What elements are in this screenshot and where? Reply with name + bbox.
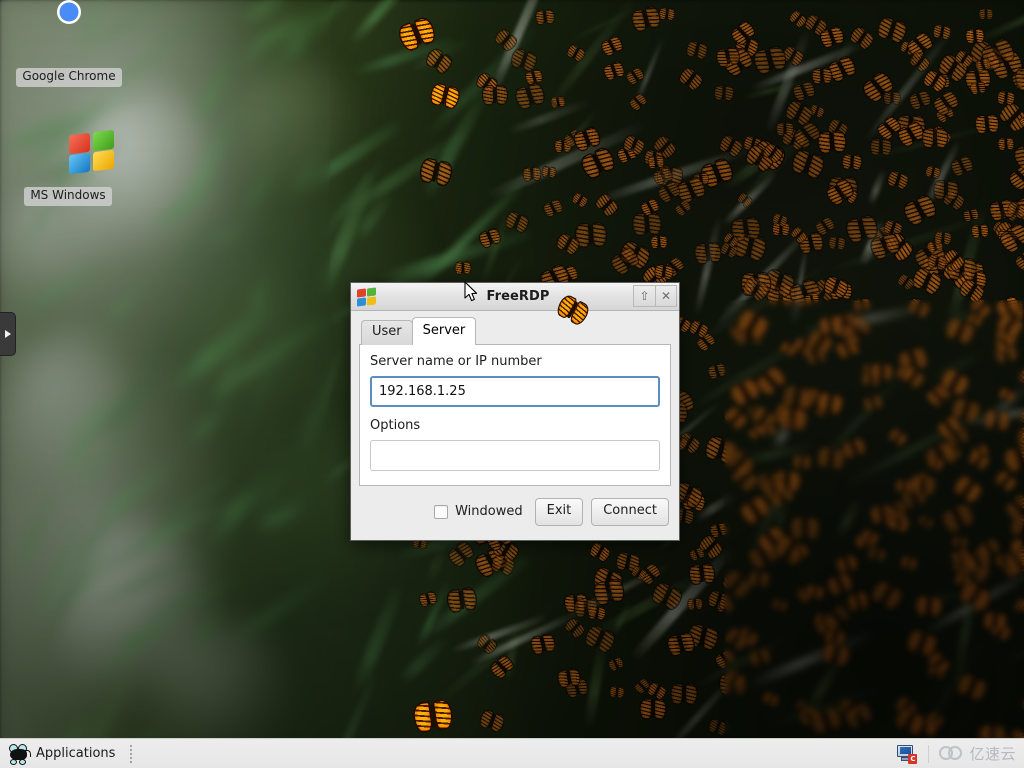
- chrome-icon: [14, 0, 124, 62]
- dialog-action-bar: Windowed Exit Connect: [351, 486, 679, 540]
- desktop-icon-label: MS Windows: [24, 187, 112, 206]
- tab-user[interactable]: User: [361, 320, 413, 345]
- watermark: 亿速云: [939, 743, 1016, 764]
- monitor-badge-label: C: [908, 753, 918, 764]
- exit-button[interactable]: Exit: [534, 498, 584, 526]
- system-tray: C 亿速云: [896, 739, 1024, 768]
- remote-desktop-monitor-icon[interactable]: C: [896, 744, 918, 764]
- double-ring-logo-icon: [939, 746, 965, 761]
- applications-menu-label: Applications: [36, 746, 116, 761]
- freerdp-window[interactable]: FreeRDP ⇧ ✕ User Server Server name or I…: [350, 282, 680, 541]
- desktop-icon-ms-windows[interactable]: MS Windows: [13, 129, 123, 206]
- applications-menu-button[interactable]: Applications: [0, 739, 123, 768]
- windowed-checkbox[interactable]: Windowed: [434, 504, 523, 519]
- window-title: FreeRDP: [486, 289, 550, 304]
- desktop: Google Chrome MS Windows FreeRDP ⇧ ✕ Use…: [0, 0, 1024, 768]
- hidden-panel-handle[interactable]: [0, 312, 16, 356]
- taskbar: Applications C 亿速云: [0, 738, 1024, 768]
- options-input[interactable]: [370, 440, 660, 471]
- desktop-icon-google-chrome[interactable]: Google Chrome: [14, 0, 124, 87]
- server-name-label: Server name or IP number: [370, 354, 542, 369]
- windows-flag-icon: [13, 129, 123, 181]
- windows-flag-icon: [357, 287, 377, 307]
- windowed-checkbox-label: Windowed: [455, 504, 523, 520]
- close-button[interactable]: ✕: [655, 285, 677, 307]
- tray-divider: [928, 744, 930, 763]
- tab-panel-server: Server name or IP number Options: [359, 344, 671, 486]
- dialog-body: User Server Server name or IP number Opt…: [351, 311, 679, 486]
- checkbox-box[interactable]: [434, 504, 449, 519]
- desktop-icon-label: Google Chrome: [16, 68, 122, 87]
- expand-arrow-icon: [4, 330, 11, 338]
- tab-server[interactable]: Server: [411, 317, 477, 345]
- shade-button[interactable]: ⇧: [633, 285, 655, 307]
- panel-grip-icon[interactable]: [127, 739, 135, 768]
- tab-bar: User Server: [359, 317, 671, 345]
- watermark-text: 亿速云: [969, 745, 1016, 763]
- xfce-mouse-icon: [8, 743, 31, 765]
- window-titlebar[interactable]: FreeRDP ⇧ ✕: [351, 283, 679, 311]
- connect-button[interactable]: Connect: [591, 498, 669, 526]
- server-name-input[interactable]: [370, 376, 660, 407]
- options-label: Options: [370, 418, 421, 433]
